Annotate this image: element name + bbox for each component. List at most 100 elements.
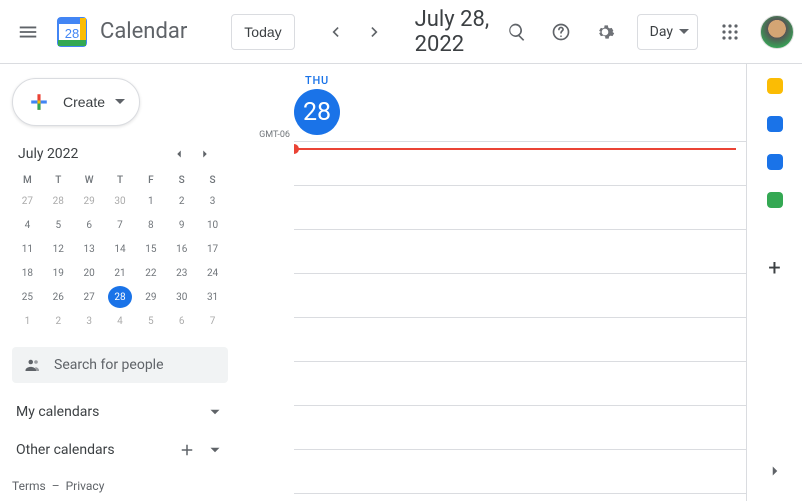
hour-row[interactable]: 9 PM (294, 494, 746, 501)
day-number-button[interactable]: 28 (294, 89, 340, 135)
mini-calendar-header: July 2022 (12, 142, 228, 172)
hour-row[interactable]: 8 PM (294, 450, 746, 494)
mini-day-cell[interactable]: 27 (15, 190, 39, 212)
google-apps-button[interactable] (710, 12, 750, 52)
mini-day-cell[interactable]: 8 (139, 214, 163, 236)
account-avatar[interactable] (760, 15, 794, 49)
view-switcher[interactable]: Day (637, 14, 698, 50)
terms-link[interactable]: Terms (12, 479, 46, 493)
footer-links: Terms – Privacy (12, 467, 228, 493)
mini-day-cell[interactable]: 3 (201, 190, 225, 212)
tasks-icon[interactable] (765, 114, 785, 134)
search-icon (507, 22, 527, 42)
mini-dow: M (12, 172, 43, 189)
mini-day-cell[interactable]: 3 (77, 310, 101, 332)
mini-day-cell[interactable]: 25 (15, 286, 39, 308)
mini-day-cell[interactable]: 23 (170, 262, 194, 284)
search-button[interactable] (497, 12, 537, 52)
mini-calendar-title: July 2022 (18, 146, 78, 162)
people-icon (24, 356, 42, 374)
add-addon-button[interactable]: + (768, 256, 780, 281)
mini-next-month[interactable] (198, 142, 222, 166)
help-icon (551, 22, 571, 42)
chevron-down-icon (206, 403, 224, 421)
mini-day-cell[interactable]: 4 (15, 214, 39, 236)
menu-icon (17, 21, 39, 43)
mini-day-cell[interactable]: 31 (201, 286, 225, 308)
mini-day-cell[interactable]: 9 (170, 214, 194, 236)
next-period-button[interactable] (355, 12, 395, 52)
support-button[interactable] (541, 12, 581, 52)
hour-row[interactable]: 5 PM (294, 318, 746, 362)
mini-day-cell[interactable]: 22 (139, 262, 163, 284)
mini-day-cell[interactable]: 7 (201, 310, 225, 332)
collapse-sidepanel-button[interactable] (755, 451, 795, 491)
mini-day-cell[interactable]: 29 (139, 286, 163, 308)
mini-dow: F (135, 172, 166, 189)
calendar-logo[interactable]: 28 Calendar (52, 12, 187, 52)
create-label: Create (63, 94, 105, 110)
mini-day-cell[interactable]: 6 (77, 214, 101, 236)
mini-day-cell[interactable]: 5 (139, 310, 163, 332)
hour-row[interactable]: 3 PM (294, 230, 746, 274)
mini-day-cell[interactable]: 20 (77, 262, 101, 284)
mini-day-cell[interactable]: 15 (139, 238, 163, 260)
mini-day-cell[interactable]: 12 (46, 238, 70, 260)
mini-day-cell[interactable]: 28 (46, 190, 70, 212)
settings-button[interactable] (585, 12, 625, 52)
view-label: Day (650, 24, 673, 40)
hour-row[interactable]: 6 PM (294, 362, 746, 406)
mini-day-cell[interactable]: 6 (170, 310, 194, 332)
mini-dow: T (43, 172, 74, 189)
contacts-icon[interactable] (765, 152, 785, 172)
mini-day-cell[interactable]: 24 (201, 262, 225, 284)
chevron-right-icon (198, 147, 212, 161)
hour-row[interactable]: 2 PM (294, 186, 746, 230)
plus-icon[interactable] (178, 441, 196, 459)
search-people-input[interactable]: Search for people (12, 347, 228, 383)
mini-day-cell[interactable]: 1 (15, 310, 39, 332)
mini-day-cell[interactable]: 1 (139, 190, 163, 212)
privacy-link[interactable]: Privacy (66, 479, 105, 493)
mini-day-cell[interactable]: 26 (46, 286, 70, 308)
chevron-left-icon (325, 22, 345, 42)
mini-day-cell[interactable]: 19 (46, 262, 70, 284)
date-nav (315, 12, 395, 52)
mini-day-cell[interactable]: 16 (170, 238, 194, 260)
main-menu-button[interactable] (8, 12, 48, 52)
mini-day-cell[interactable]: 2 (170, 190, 194, 212)
mini-day-cell[interactable]: 14 (108, 238, 132, 260)
hour-grid[interactable]: 1 PM2 PM3 PM4 PM5 PM6 PM7 PM8 PM9 PM (294, 141, 746, 501)
prev-period-button[interactable] (315, 12, 355, 52)
chevron-down-icon (206, 441, 224, 459)
mini-day-cell[interactable]: 30 (170, 286, 194, 308)
mini-day-cell[interactable]: 17 (201, 238, 225, 260)
hour-row[interactable]: 7 PM (294, 406, 746, 450)
mini-day-cell[interactable]: 27 (77, 286, 101, 308)
mini-day-cell[interactable]: 11 (15, 238, 39, 260)
calendar-logo-icon: 28 (52, 12, 92, 52)
keep-icon[interactable] (765, 76, 785, 96)
mini-day-cell[interactable]: 18 (15, 262, 39, 284)
today-button[interactable]: Today (231, 14, 294, 50)
mini-day-cell[interactable]: 7 (108, 214, 132, 236)
mini-prev-month[interactable] (172, 142, 196, 166)
mini-day-cell[interactable]: 2 (46, 310, 70, 332)
mini-calendar-grid: MTWTFSS272829301234567891011121314151617… (12, 172, 228, 333)
mini-day-cell[interactable]: 5 (46, 214, 70, 236)
day-of-week-label: THU (294, 74, 340, 87)
mini-day-cell[interactable]: 30 (108, 190, 132, 212)
mini-day-cell[interactable]: 4 (108, 310, 132, 332)
chevron-right-icon (365, 22, 385, 42)
mini-dow: S (166, 172, 197, 189)
mini-day-cell[interactable]: 28 (108, 286, 132, 308)
mini-day-cell[interactable]: 21 (108, 262, 132, 284)
maps-icon[interactable] (765, 190, 785, 210)
mini-day-cell[interactable]: 10 (201, 214, 225, 236)
create-button[interactable]: Create (12, 78, 140, 126)
hour-row[interactable]: 4 PM (294, 274, 746, 318)
my-calendars-toggle[interactable]: My calendars (12, 403, 228, 421)
other-calendars-toggle[interactable]: Other calendars (12, 441, 228, 459)
mini-day-cell[interactable]: 13 (77, 238, 101, 260)
mini-day-cell[interactable]: 29 (77, 190, 101, 212)
